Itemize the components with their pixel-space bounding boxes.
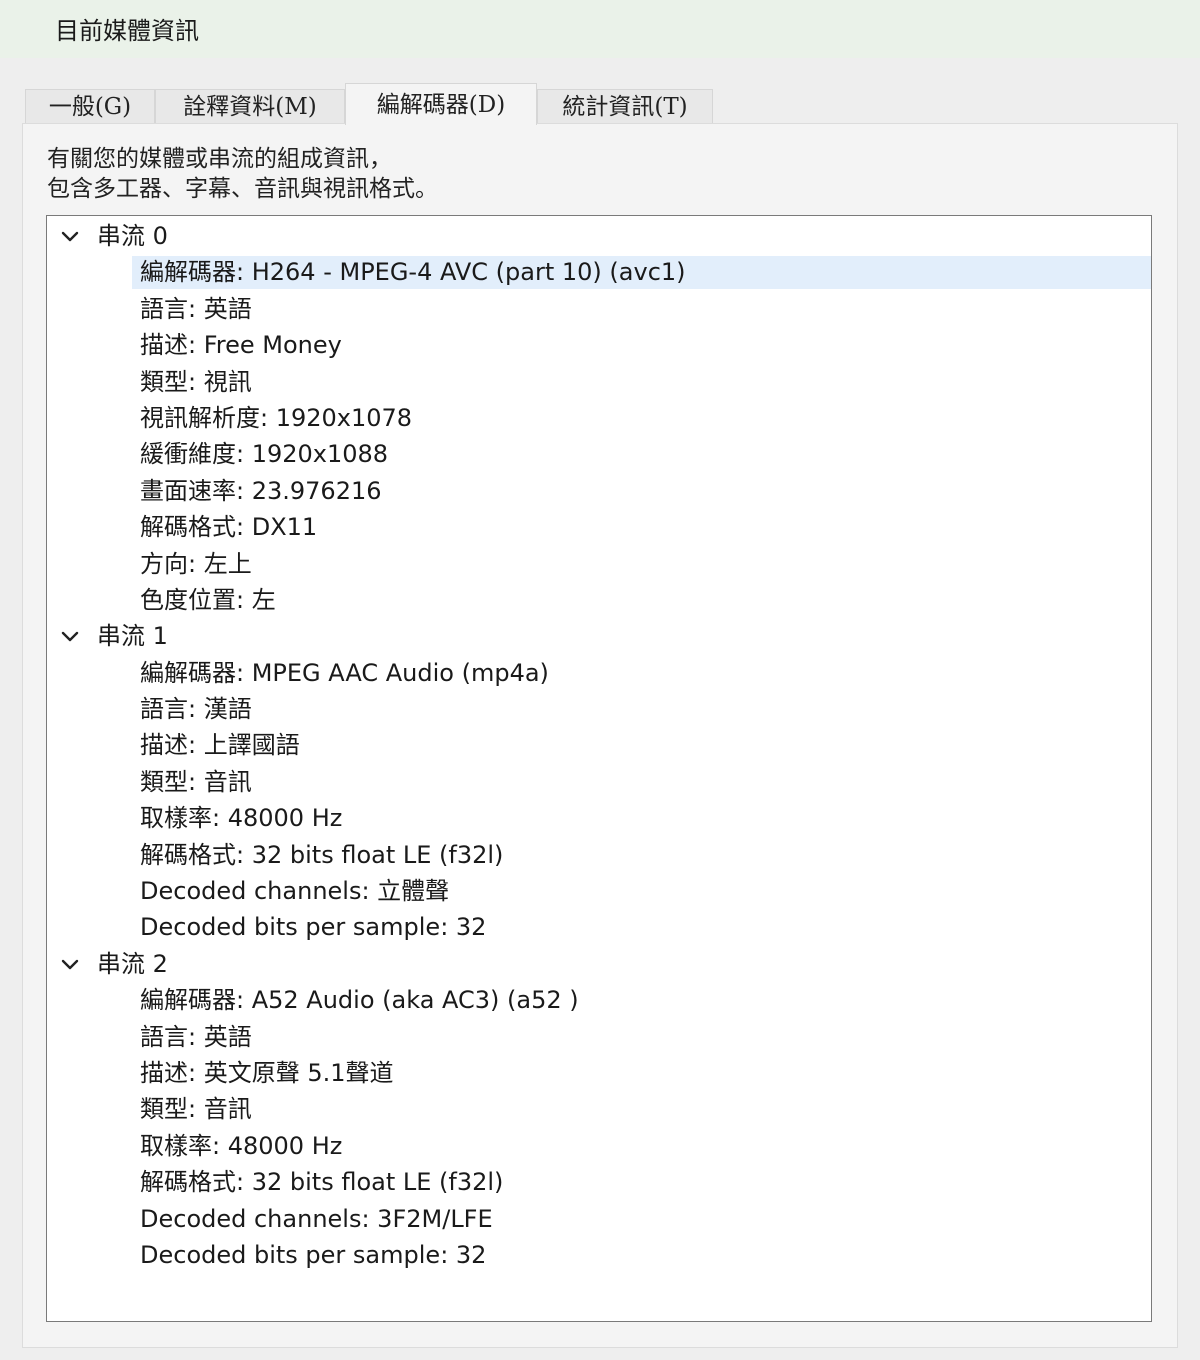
tree-item-label: Decoded channels: 3F2M/LFE	[140, 1204, 493, 1233]
tree-item-label: 畫面速率: 23.976216	[140, 476, 382, 505]
description-line-1: 有關您的媒體或串流的組成資訊，	[47, 146, 392, 172]
tree-item-label: 方向: 左上	[140, 549, 252, 578]
tree-item-label: 類型: 音訊	[140, 767, 252, 796]
tab-statistics[interactable]: 統計資訊(T)	[537, 89, 713, 123]
tree-item-label: 描述: Free Money	[140, 331, 342, 360]
tab-metadata[interactable]: 詮釋資料(M)	[155, 89, 345, 123]
tree-item-label: Decoded channels: 立體聲	[140, 877, 450, 906]
tree-item[interactable]: 類型: 視訊	[47, 364, 1151, 400]
tree-item[interactable]: 編解碼器: H264 - MPEG-4 AVC (part 10) (avc1)	[47, 254, 1151, 290]
tree-item[interactable]: 編解碼器: A52 Audio (aka AC3) (a52 )	[47, 982, 1151, 1018]
tree-content: 串流 0 編解碼器: H264 - MPEG-4 AVC (part 10) (a…	[47, 216, 1151, 1273]
tab-codec[interactable]: 編解碼器(D)	[345, 83, 537, 125]
tree-stream-label: 串流 2	[97, 949, 168, 978]
tree-item[interactable]: 取樣率: 48000 Hz	[47, 1128, 1151, 1164]
tree-item[interactable]: 編解碼器: MPEG AAC Audio (mp4a)	[47, 655, 1151, 691]
tree-item[interactable]: 描述: Free Money	[47, 327, 1151, 363]
tree-stream-2[interactable]: 串流 2	[47, 946, 1151, 982]
tree-item-label: Decoded bits per sample: 32	[140, 1240, 487, 1269]
tree-item-label: 解碼格式: 32 bits float LE (f32l)	[140, 840, 504, 869]
tree-item-label: 語言: 英語	[140, 1022, 252, 1051]
tree-item-label: 解碼格式: 32 bits float LE (f32l)	[140, 1168, 504, 1197]
tree-item-label: 緩衝維度: 1920x1088	[140, 440, 389, 469]
tree-item[interactable]: 解碼格式: 32 bits float LE (f32l)	[47, 1164, 1151, 1200]
tree-item-label: 語言: 漢語	[140, 695, 252, 724]
tree-stream-1[interactable]: 串流 1	[47, 618, 1151, 654]
tree-item-label: 編解碼器: A52 Audio (aka AC3) (a52 )	[140, 986, 579, 1015]
panel-description: 有關您的媒體或串流的組成資訊， 包含多工器、字幕、音訊與視訊格式。	[47, 144, 438, 204]
tree-item[interactable]: 解碼格式: 32 bits float LE (f32l)	[47, 837, 1151, 873]
tree-item-label: 描述: 上譯國語	[140, 731, 300, 760]
tree-item-label: 解碼格式: DX11	[140, 513, 318, 542]
tree-item-label: 編解碼器: H264 - MPEG-4 AVC (part 10) (avc1)	[140, 258, 686, 287]
tree-item[interactable]: Decoded bits per sample: 32	[47, 909, 1151, 945]
title-bar: 目前媒體資訊	[0, 0, 1200, 58]
tree-item[interactable]: 色度位置: 左	[47, 582, 1151, 618]
tree-item[interactable]: 描述: 英文原聲 5.1聲道	[47, 1055, 1151, 1091]
tree-item[interactable]: 取樣率: 48000 Hz	[47, 800, 1151, 836]
tree-item[interactable]: 語言: 英語	[47, 291, 1151, 327]
tree-item[interactable]: 描述: 上譯國語	[47, 727, 1151, 763]
tree-item-label: 語言: 英語	[140, 294, 252, 323]
tree-item-label: 類型: 視訊	[140, 367, 252, 396]
tree-item[interactable]: 解碼格式: DX11	[47, 509, 1151, 545]
tree-item-label: Decoded bits per sample: 32	[140, 913, 487, 942]
tree-item-label: 取樣率: 48000 Hz	[140, 1131, 343, 1160]
tree-item-label: 色度位置: 左	[140, 585, 276, 614]
tree-item[interactable]: 類型: 音訊	[47, 1091, 1151, 1127]
chevron-down-icon[interactable]	[61, 618, 81, 654]
tree-stream-label: 串流 0	[97, 222, 168, 250]
tree-item[interactable]: Decoded bits per sample: 32	[47, 1237, 1151, 1273]
tree-item[interactable]: Decoded channels: 3F2M/LFE	[47, 1201, 1151, 1237]
tree-item[interactable]: 語言: 漢語	[47, 691, 1151, 727]
tree-item-label: 類型: 音訊	[140, 1095, 252, 1124]
tree-item-label: 描述: 英文原聲 5.1聲道	[140, 1058, 394, 1087]
chevron-down-icon[interactable]	[61, 946, 81, 982]
chevron-down-icon[interactable]	[61, 218, 81, 254]
description-line-2: 包含多工器、字幕、音訊與視訊格式。	[47, 176, 438, 202]
tree-item[interactable]: 緩衝維度: 1920x1088	[47, 436, 1151, 472]
tree-stream-label: 串流 1	[97, 622, 168, 651]
window-title: 目前媒體資訊	[55, 17, 199, 45]
tree-item-label: 視訊解析度: 1920x1078	[140, 403, 413, 432]
tab-general[interactable]: 一般(G)	[25, 89, 155, 123]
tree-item[interactable]: 語言: 英語	[47, 1019, 1151, 1055]
tree-item-label: 取樣率: 48000 Hz	[140, 804, 343, 833]
tree-item-label: 編解碼器: MPEG AAC Audio (mp4a)	[140, 658, 549, 687]
codec-tree[interactable]: 串流 0 編解碼器: H264 - MPEG-4 AVC (part 10) (a…	[46, 215, 1152, 1322]
tree-item[interactable]: 方向: 左上	[47, 546, 1151, 582]
tree-item[interactable]: 視訊解析度: 1920x1078	[47, 400, 1151, 436]
tree-stream-0[interactable]: 串流 0	[47, 218, 1151, 254]
tree-item[interactable]: Decoded channels: 立體聲	[47, 873, 1151, 909]
tree-item[interactable]: 類型: 音訊	[47, 764, 1151, 800]
tree-item[interactable]: 畫面速率: 23.976216	[47, 473, 1151, 509]
